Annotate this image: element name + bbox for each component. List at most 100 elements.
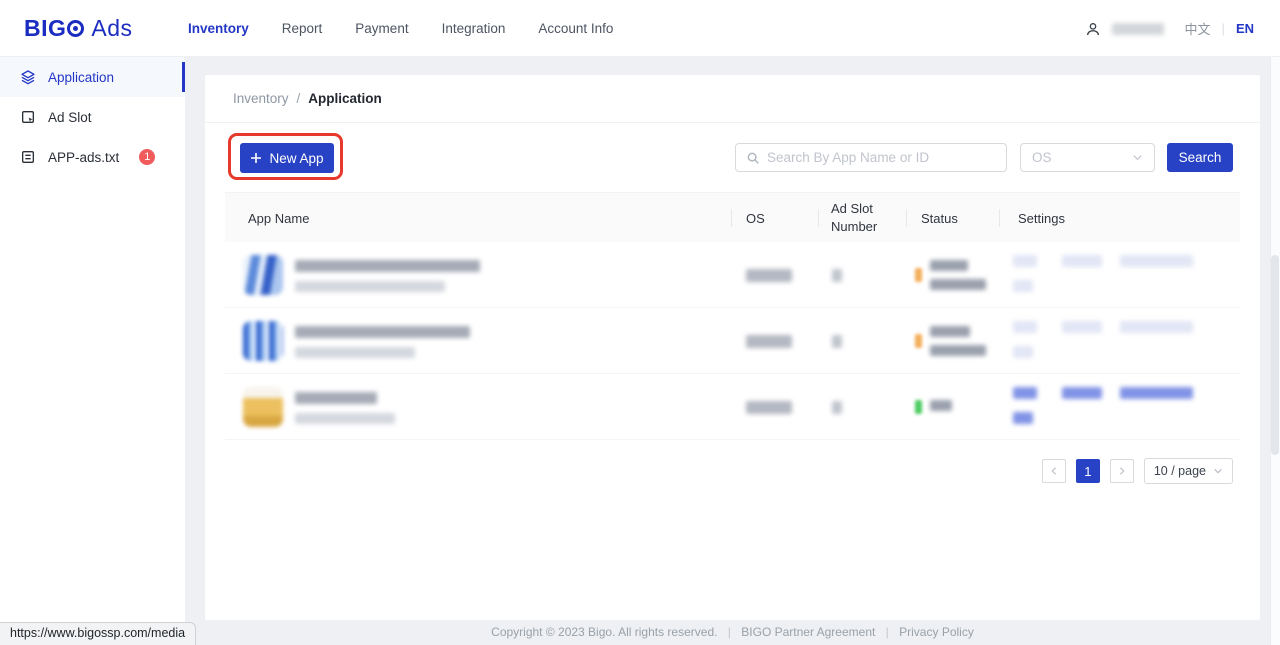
status-dot [915,400,922,414]
settings-link-redacted[interactable] [1013,280,1033,292]
col-header-os: OS [746,193,765,243]
nav-integration[interactable]: Integration [442,21,506,36]
app-search-box [735,143,1007,172]
breadcrumb-separator: / [297,91,301,106]
breadcrumb: Inventory / Application [205,75,1260,123]
nav-report[interactable]: Report [282,21,323,36]
os-value-redacted [746,401,792,414]
bigo-ads-logo[interactable]: BIGAds [24,0,133,57]
app-id-redacted [295,281,445,292]
status-line-redacted [930,279,986,290]
col-header-settings: Settings [1018,193,1065,243]
scrollbar-thumb[interactable] [1271,255,1279,455]
breadcrumb-inventory[interactable]: Inventory [233,91,289,106]
app-name-redacted [295,392,377,404]
settings-link-redacted[interactable] [1013,321,1037,333]
lang-english[interactable]: EN [1236,21,1254,36]
status-dot [915,268,922,282]
settings-link-redacted[interactable] [1013,255,1037,267]
footer-divider: | [886,625,889,639]
current-page-button[interactable]: 1 [1076,459,1100,483]
app-name-redacted [295,260,480,272]
logo-o-icon [67,20,84,37]
sidebar-item-label: Application [48,70,114,85]
chevron-right-icon [1117,466,1127,476]
column-divider [731,209,732,227]
lang-divider: | [1222,21,1225,36]
settings-link-redacted[interactable] [1062,255,1102,267]
breadcrumb-application: Application [308,91,382,106]
table-body [225,242,1240,440]
status-text-redacted [930,260,986,290]
settings-links [1013,242,1243,308]
sidebar-item-application[interactable]: Application [0,57,185,97]
app-id-redacted [295,347,415,358]
apps-table: App Name OS Ad Slot Number Status Settin… [225,192,1240,440]
sidebar-item-app-ads-txt[interactable]: APP-ads.txt 1 [0,137,185,177]
status-line-redacted [930,400,952,411]
page-scrollbar[interactable] [1270,57,1280,645]
top-header: BIGAds Inventory Report Payment Integrat… [0,0,1280,57]
chevron-down-icon [1132,152,1143,163]
status-text-redacted [930,326,986,356]
ad-slot-count-redacted [832,335,842,348]
sidebar: Application Ad Slot APP-ads.txt 1 [0,57,185,645]
search-button[interactable]: Search [1167,143,1233,172]
os-value-redacted [746,269,792,282]
partner-agreement-link[interactable]: BIGO Partner Agreement [741,625,875,639]
settings-link-redacted[interactable] [1062,321,1102,333]
copyright-text: Copyright © 2023 Bigo. All rights reserv… [491,625,717,639]
settings-link-redacted[interactable] [1013,346,1033,358]
app-icon-redacted [243,255,283,295]
column-divider [818,209,819,227]
logo-text-bigo: BIG [24,15,66,42]
main-nav: Inventory Report Payment Integration Acc… [188,0,613,57]
lang-chinese[interactable]: 中文 [1185,19,1211,38]
os-value-redacted [746,335,792,348]
ad-slot-count-redacted [832,401,842,414]
notification-badge: 1 [139,149,155,165]
search-input[interactable] [767,150,996,165]
settings-link-redacted[interactable] [1120,321,1193,333]
status-line-redacted [930,345,986,356]
settings-link-redacted[interactable] [1120,387,1193,399]
next-page-button[interactable] [1110,459,1134,483]
settings-links [1013,374,1243,440]
settings-links [1013,308,1243,374]
page-size-select[interactable]: 10 / page [1144,458,1233,484]
footer-divider: | [728,625,731,639]
col-header-status: Status [921,193,958,243]
settings-link-redacted[interactable] [1013,387,1037,399]
settings-link-redacted[interactable] [1013,412,1033,424]
table-header: App Name OS Ad Slot Number Status Settin… [225,192,1240,242]
settings-link-redacted[interactable] [1120,255,1193,267]
sidebar-item-label: Ad Slot [48,110,92,125]
nav-payment[interactable]: Payment [355,21,408,36]
privacy-policy-link[interactable]: Privacy Policy [899,625,974,639]
settings-link-redacted[interactable] [1062,387,1102,399]
prev-page-button[interactable] [1042,459,1066,483]
os-select[interactable]: OS [1020,143,1155,172]
table-row [225,242,1240,308]
nav-inventory[interactable]: Inventory [188,21,249,36]
column-divider [906,209,907,227]
user-area: 中文 | EN [1085,0,1254,57]
col-header-app-name: App Name [248,193,309,243]
plus-icon [250,152,262,164]
nav-account-info[interactable]: Account Info [538,21,613,36]
app-icon-redacted [243,321,283,361]
sidebar-item-ad-slot[interactable]: Ad Slot [0,97,185,137]
table-row [225,308,1240,374]
status-line-redacted [930,326,970,337]
layers-icon [20,69,36,85]
status-text-redacted [930,400,952,411]
footer: Copyright © 2023 Bigo. All rights reserv… [185,625,1280,639]
chevron-down-icon [1213,466,1223,476]
magnifier-icon [746,151,760,165]
os-select-value: OS [1032,150,1052,165]
table-row [225,374,1240,440]
new-app-button[interactable]: New App [240,143,334,173]
username-redacted[interactable] [1112,23,1164,35]
browser-status-url: https://www.bigossp.com/media [0,622,196,645]
column-divider [999,209,1000,227]
